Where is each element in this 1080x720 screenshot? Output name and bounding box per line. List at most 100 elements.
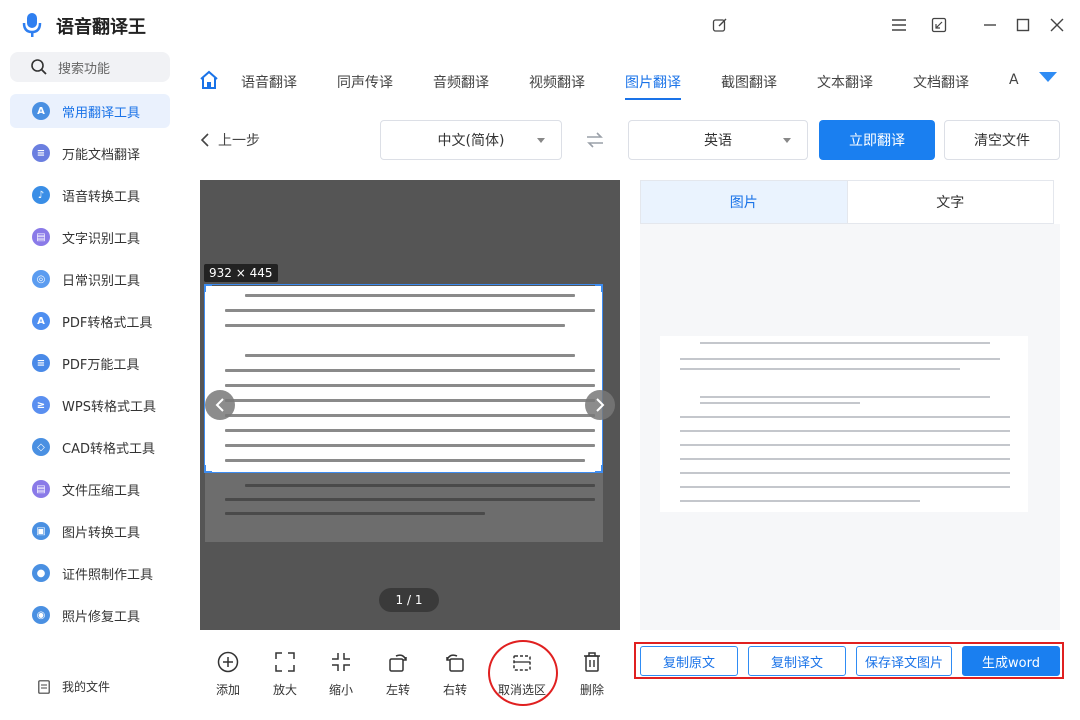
sidebar-item-4[interactable]: ▤ 文字识别工具 (10, 220, 170, 254)
file-list-icon (38, 679, 50, 694)
tab-text-view[interactable]: 文字 (848, 181, 1054, 223)
sidebar-item-8[interactable]: ≥ WPS转格式工具 (10, 388, 170, 422)
tab-3[interactable]: 音频翻译 (433, 72, 489, 92)
toolbar-label: 右转 (442, 683, 467, 697)
edit-icon[interactable] (709, 14, 731, 36)
target-language-select[interactable]: 英语 (628, 120, 808, 160)
sidebar-item-12[interactable]: ● 证件照制作工具 (10, 556, 170, 590)
my-files-label: 我的文件 (62, 680, 111, 694)
result-view-tabs: 图片 文字 (640, 180, 1054, 224)
clear-files-button[interactable]: 清空文件 (944, 120, 1060, 160)
translated-text-line (680, 486, 1010, 488)
sidebar-item-11[interactable]: ▣ 图片转换工具 (10, 514, 170, 548)
sidebar-item-label: 日常识别工具 (62, 273, 141, 289)
generate-word-button[interactable]: 生成word (962, 646, 1060, 676)
translated-text-line (680, 358, 1000, 360)
cad-icon: ◇ (32, 438, 50, 456)
more-tabs-arrow-icon[interactable] (1039, 72, 1057, 82)
sidebar-item-7[interactable]: ≡ PDF万能工具 (10, 346, 170, 380)
microphone-logo-icon (22, 13, 42, 37)
sidebar-item-label: PDF转格式工具 (62, 315, 153, 331)
swap-languages-icon[interactable] (585, 131, 605, 149)
sidebar-item-2[interactable]: ≡ 万能文档翻译 (10, 136, 170, 170)
back-label: 上一步 (218, 133, 260, 149)
sidebar-item-3[interactable]: ♪ 语音转换工具 (10, 178, 170, 212)
translate-now-button[interactable]: 立即翻译 (819, 120, 935, 160)
menu-icon[interactable] (888, 14, 910, 36)
tab-2[interactable]: 同声传译 (337, 72, 393, 92)
tab-4[interactable]: 视频翻译 (529, 72, 585, 92)
active-tab-underline (625, 98, 681, 100)
toolbar-zoom-in-button[interactable]: 放大 (265, 651, 305, 698)
photo-repair-icon: ◉ (32, 606, 50, 624)
pdf-icon: A (32, 312, 50, 330)
next-image-button[interactable] (585, 390, 615, 420)
toolbar-add-button[interactable]: 添加 (208, 651, 248, 698)
tab-8[interactable]: 文档翻译 (913, 72, 969, 92)
sidebar-item-13[interactable]: ◉ 照片修复工具 (10, 598, 170, 632)
search-placeholder: 搜索功能 (58, 61, 111, 77)
tab-7[interactable]: 文本翻译 (817, 72, 873, 92)
toolbar-label: 缩小 (328, 683, 353, 697)
image-preview[interactable]: 932 × 445 1 / 1 (200, 180, 620, 630)
compress-icon: ▤ (32, 480, 50, 498)
highlight-circle-annotation (488, 640, 558, 706)
search-input[interactable]: 搜索功能 (10, 52, 170, 82)
sidebar-item-label: PDF万能工具 (62, 357, 140, 373)
toolbar-delete-button[interactable]: 删除 (572, 651, 612, 698)
shrink-window-icon[interactable] (928, 14, 950, 36)
toolbar-label: 删除 (579, 683, 604, 697)
sidebar-item-1[interactable]: A 常用翻译工具 (10, 94, 170, 128)
my-files-link[interactable]: 我的文件 (38, 678, 110, 695)
copy-translation-button[interactable]: 复制译文 (748, 646, 846, 676)
selection-size-badge: 932 × 445 (204, 264, 278, 282)
copy-source-button[interactable]: 复制原文 (640, 646, 738, 676)
chevron-down-icon (537, 138, 545, 143)
tab-image-view[interactable]: 图片 (641, 181, 848, 223)
sidebar: 搜索功能 A 常用翻译工具 ≡ 万能文档翻译 ♪ 语音转换工具 ▤ 文字识别工具 ◎ 日常识别工具… (0, 50, 180, 720)
search-icon (31, 59, 47, 75)
sidebar-item-9[interactable]: ◇ CAD转格式工具 (10, 430, 170, 464)
sidebar-item-6[interactable]: A PDF转格式工具 (10, 304, 170, 338)
sidebar-item-label: WPS转格式工具 (62, 399, 156, 415)
tab-1[interactable]: 语音翻译 (241, 72, 297, 92)
toolbar-rotate-left-button[interactable]: 左转 (378, 651, 418, 698)
title-bar: 语音翻译王 (0, 0, 1080, 50)
toolbar-rotate-right-button[interactable]: 右转 (435, 651, 475, 698)
top-tabs: 语音翻译 同声传译 音频翻译 视频翻译 图片翻译 截图翻译 文本翻译 文档翻译 A (195, 58, 1080, 102)
rotate-left-icon (387, 651, 409, 677)
sidebar-item-label: 照片修复工具 (62, 609, 141, 625)
tab-6[interactable]: 截图翻译 (721, 72, 777, 92)
zoom-in-icon (274, 651, 296, 677)
id-photo-icon: ● (32, 564, 50, 582)
back-button[interactable]: 上一步 (200, 130, 260, 150)
sidebar-item-5[interactable]: ◎ 日常识别工具 (10, 262, 170, 296)
tab-5[interactable]: 图片翻译 (625, 72, 681, 92)
source-language-select[interactable]: 中文(简体) (380, 120, 562, 160)
selection-box[interactable] (204, 284, 603, 473)
add-icon (217, 651, 239, 677)
zoom-out-icon (330, 651, 352, 677)
translated-text-line (680, 416, 1010, 418)
translation-result-area (640, 224, 1060, 630)
translated-text-line (680, 458, 1010, 460)
chevron-down-icon (783, 138, 791, 143)
close-icon[interactable] (1046, 14, 1068, 36)
save-translation-image-button[interactable]: 保存译文图片 (856, 646, 952, 676)
document-icon: ≡ (32, 144, 50, 162)
maximize-icon[interactable] (1012, 14, 1034, 36)
translated-text-line (700, 396, 990, 398)
chevron-right-icon (596, 398, 605, 412)
home-icon[interactable] (199, 70, 219, 90)
sidebar-item-label: 文件压缩工具 (62, 483, 141, 499)
translated-text-line (700, 402, 860, 404)
document-text-line (225, 498, 595, 501)
sidebar-item-10[interactable]: ▤ 文件压缩工具 (10, 472, 170, 506)
document-unselected-area (205, 472, 603, 542)
toolbar-zoom-out-button[interactable]: 缩小 (321, 651, 361, 698)
toolbar-label: 添加 (215, 683, 240, 697)
source-language-value: 中文(简体) (437, 133, 505, 149)
previous-image-button[interactable] (205, 390, 235, 420)
tab-9[interactable]: A (1009, 72, 1019, 88)
minimize-icon[interactable] (979, 14, 1001, 36)
